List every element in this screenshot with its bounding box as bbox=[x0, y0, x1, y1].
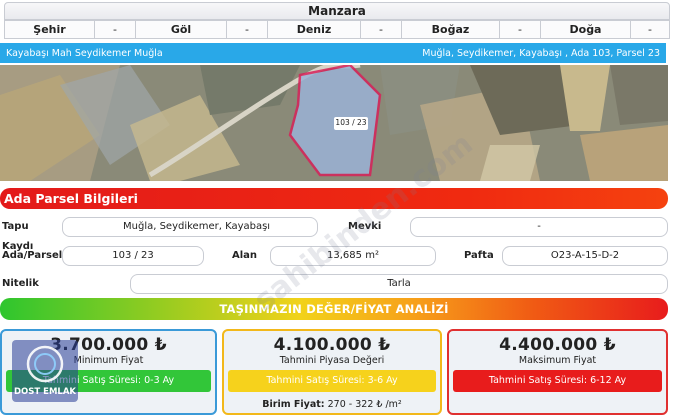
alan-value: 13,685 m² bbox=[270, 246, 436, 266]
max-duration: Tahmini Satış Süresi: 6-12 Ay bbox=[453, 370, 662, 392]
manzara-label-sehir: Şehir bbox=[5, 21, 95, 38]
address-left: Kayabaşı Mah Seydikemer Muğla bbox=[6, 47, 163, 59]
manzara-label-doga: Doğa bbox=[541, 21, 631, 38]
manzara-row: Şehir - Göl - Deniz - Boğaz - Doğa - bbox=[4, 20, 670, 39]
market-price-label: Tahmini Piyasa Değeri bbox=[279, 355, 385, 366]
manzara-value-gol: - bbox=[227, 21, 268, 38]
tapu-value: Muğla, Seydikemer, Kayabaşı bbox=[62, 217, 318, 237]
manzara-label-gol: Göl bbox=[136, 21, 227, 38]
parcel-label: 103 / 23 bbox=[335, 118, 367, 127]
nitelik-label: Nitelik bbox=[2, 278, 39, 289]
ada-parsel-header: Ada Parsel Bilgileri bbox=[0, 188, 668, 209]
nitelik-value: Tarla bbox=[130, 274, 668, 294]
logo-text: DOST EMLAK bbox=[13, 387, 76, 397]
unit-price-label: Birim Fiyat: bbox=[262, 399, 325, 410]
manzara-value-deniz: - bbox=[361, 21, 402, 38]
max-price-label: Maksimum Fiyat bbox=[518, 355, 597, 366]
logo-circle-icon bbox=[26, 345, 64, 383]
manzara-value-doga: - bbox=[648, 23, 652, 36]
pafta-value: O23-A-15-D-2 bbox=[502, 246, 668, 266]
manzara-value-sehir: - bbox=[95, 21, 136, 38]
dost-emlak-logo: DOST EMLAK bbox=[12, 340, 78, 402]
market-price-card: 4.100.000 ₺ Tahmini Piyasa Değeri Tahmin… bbox=[222, 329, 442, 415]
address-right: Muğla, Seydikemer, Kayabaşı , Ada 103, P… bbox=[422, 47, 660, 59]
market-duration: Tahmini Satış Süresi: 3-6 Ay bbox=[228, 370, 436, 392]
ada-parsel-value: 103 / 23 bbox=[62, 246, 204, 266]
manzara-label-deniz: Deniz bbox=[268, 21, 361, 38]
ada-parsel-label: Ada/Parsel bbox=[2, 250, 63, 261]
alan-label: Alan bbox=[232, 250, 258, 261]
address-bar: Kayabaşı Mah Seydikemer Muğla Muğla, Sey… bbox=[0, 43, 666, 63]
mevki-label: Mevki bbox=[348, 221, 382, 232]
max-price-card: 4.400.000 ₺ Maksimum Fiyat Tahmini Satış… bbox=[447, 329, 668, 415]
pafta-label: Pafta bbox=[464, 250, 494, 261]
unit-price-value: 270 - 322 ₺ /m² bbox=[327, 399, 402, 410]
satellite-map[interactable]: 103 / 23 bbox=[0, 65, 668, 181]
max-price: 4.400.000 ₺ bbox=[499, 335, 616, 355]
unit-price-row: Birim Fiyat: 270 - 322 ₺ /m² bbox=[224, 399, 440, 410]
manzara-value-bogaz: - bbox=[500, 21, 541, 38]
manzara-label-bogaz: Boğaz bbox=[402, 21, 500, 38]
mevki-value: - bbox=[410, 217, 668, 237]
analysis-header: TAŞINMAZIN DEĞER/FİYAT ANALİZİ bbox=[0, 298, 668, 320]
manzara-title: Manzara bbox=[4, 2, 670, 20]
market-price: 4.100.000 ₺ bbox=[273, 335, 391, 355]
